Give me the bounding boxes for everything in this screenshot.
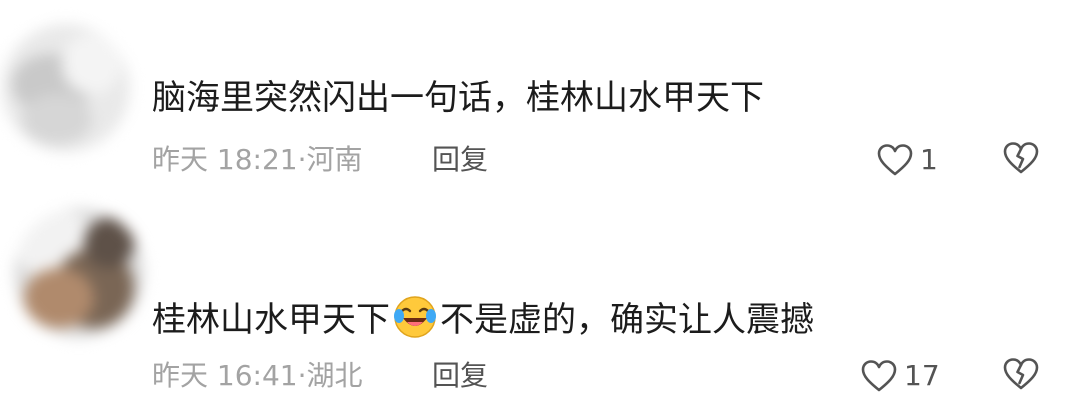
like-count: 17 [904,359,940,392]
avatar[interactable] [2,24,130,152]
heart-outline-icon [860,359,898,393]
comment-text-part: 桂林山水甲天下 [152,300,390,340]
comment-time: 昨天 18:21 [152,143,298,176]
meta-separator: · [297,143,307,176]
comment-location: 河南 [306,143,363,176]
dislike-button[interactable] [1002,358,1040,394]
dislike-button[interactable] [1002,142,1040,178]
comment-location: 湖北 [306,359,363,392]
comment-meta: 昨天 16:41·湖北 [152,358,363,394]
comment-text: 桂林山水甲天下 不是虚的，确实让人震撼 [152,294,814,342]
comment-meta: 昨天 18:21·河南 [152,142,363,178]
broken-heart-icon [1002,141,1040,179]
laughing-crying-emoji-icon [392,294,438,340]
like-button[interactable]: 17 [860,358,940,394]
comment-text: 脑海里突然闪出一句话，桂林山水甲天下 [152,78,764,118]
broken-heart-icon [1002,357,1040,395]
comment-item: 桂林山水甲天下 不是虚的，确实让人震撼 昨天 16:41·湖北 回复 17 [0,200,1080,414]
like-button[interactable]: 1 [876,142,938,178]
reply-button[interactable]: 回复 [432,142,488,178]
avatar[interactable] [14,208,144,338]
comment-time: 昨天 16:41 [152,359,298,392]
reply-button[interactable]: 回复 [432,358,488,394]
heart-outline-icon [876,143,914,177]
like-count: 1 [920,143,938,176]
comment-text-part: 不是虚的，确实让人震撼 [440,300,814,340]
comment-item: 脑海里突然闪出一句话，桂林山水甲天下 昨天 18:21·河南 回复 1 [0,0,1080,200]
meta-separator: · [297,359,307,392]
